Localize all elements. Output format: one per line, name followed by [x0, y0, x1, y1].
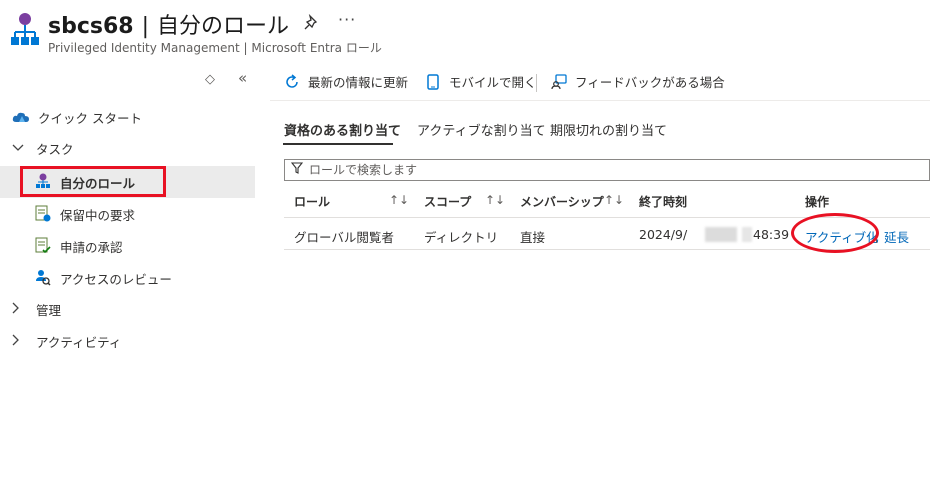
sidebar-item-label: 管理 [36, 302, 62, 318]
sort-membership-icon[interactable]: ↑↓ [604, 193, 624, 207]
cell-end-time-clock: 48:39 [753, 227, 790, 242]
title-separator: | [141, 14, 150, 39]
toolbar-divider [536, 74, 537, 92]
org-structure-icon [10, 12, 40, 48]
tab-active-assignments[interactable]: アクティブな割り当て [417, 120, 546, 139]
resource-name: sbcs68 [48, 14, 134, 39]
chevron-right-icon [12, 302, 26, 317]
feedback-icon [550, 73, 568, 91]
page-name: 自分のロール [157, 14, 290, 39]
column-header-end-time: 終了時刻 [639, 195, 688, 209]
column-header-scope: スコープ [424, 195, 472, 209]
open-mobile-button[interactable]: モバイルで開く [424, 72, 537, 91]
refresh-icon [283, 73, 301, 91]
tab-eligible-assignments[interactable]: 資格のある割り当て [284, 120, 401, 139]
collapse-up-icon[interactable]: ◇ [205, 72, 215, 87]
column-header-role: ロール [294, 195, 331, 209]
approve-request-icon [34, 237, 52, 255]
sidebar-item-access-reviews[interactable]: アクセスのレビュー [0, 262, 255, 294]
sidebar-item-pending-requests[interactable]: 保留中の要求 [0, 198, 255, 230]
redacted-block [705, 227, 737, 242]
toolbar-divider-line [270, 100, 930, 101]
sidebar-item-quickstart[interactable]: クイック スタート [0, 101, 255, 133]
column-header-action: 操作 [805, 195, 830, 209]
sort-role-icon[interactable]: ↑↓ [389, 193, 409, 207]
page-subtitle: Privileged Identity Management | Microso… [48, 41, 382, 55]
sidebar-item-approve-requests[interactable]: 申請の承認 [0, 230, 255, 262]
cell-scope: ディレクトリ [424, 230, 499, 245]
chevron-right-icon [12, 334, 26, 349]
access-review-icon [34, 269, 52, 287]
page-title: sbcs68 | 自分のロール [48, 8, 289, 40]
column-header-membership: メンバーシップ [520, 195, 604, 209]
sidebar-item-label: タスク [36, 141, 74, 157]
tab-expired-assignments[interactable]: 期限切れの割り当て [550, 120, 667, 139]
more-icon[interactable]: ··· [338, 10, 356, 29]
refresh-button[interactable]: 最新の情報に更新 [283, 72, 408, 91]
feedback-label: フィードバックがある場合 [575, 75, 725, 90]
role-search-box[interactable] [284, 159, 930, 181]
sidebar-item-activity[interactable]: アクティビティ [0, 325, 255, 357]
pending-request-icon [34, 205, 52, 223]
refresh-label: 最新の情報に更新 [308, 75, 409, 90]
sidebar-item-label: アクセスのレビュー [60, 271, 172, 287]
redacted-block [742, 227, 752, 242]
chevron-down-icon [12, 141, 26, 155]
sidebar-item-label: 申請の承認 [60, 239, 123, 255]
feedback-button[interactable]: フィードバックがある場合 [550, 72, 725, 91]
sort-scope-icon[interactable]: ↑↓ [485, 193, 505, 207]
pin-icon[interactable] [304, 13, 320, 32]
cell-membership: 直接 [520, 230, 546, 245]
sidebar-item-label: クイック スタート [38, 110, 142, 126]
role-search-input[interactable] [307, 162, 711, 178]
cloud-icon [12, 108, 30, 126]
mobile-icon [424, 73, 442, 91]
highlight-box [20, 166, 166, 197]
extend-link[interactable]: 延長 [884, 227, 909, 246]
sidebar-item-tasks[interactable]: タスク [0, 132, 255, 164]
sidebar-item-label: アクティビティ [36, 334, 122, 350]
collapse-sidebar-icon[interactable]: « [238, 69, 247, 87]
sidebar-item-label: 保留中の要求 [60, 207, 136, 223]
active-tab-indicator [283, 143, 393, 145]
cell-end-time-date: 2024/9/ [639, 227, 688, 242]
highlight-oval [791, 213, 879, 253]
open-mobile-label: モバイルで開く [449, 75, 537, 90]
cell-role: グローバル閲覧者 [294, 230, 394, 245]
sidebar-item-manage[interactable]: 管理 [0, 293, 255, 325]
filter-icon [290, 162, 304, 178]
